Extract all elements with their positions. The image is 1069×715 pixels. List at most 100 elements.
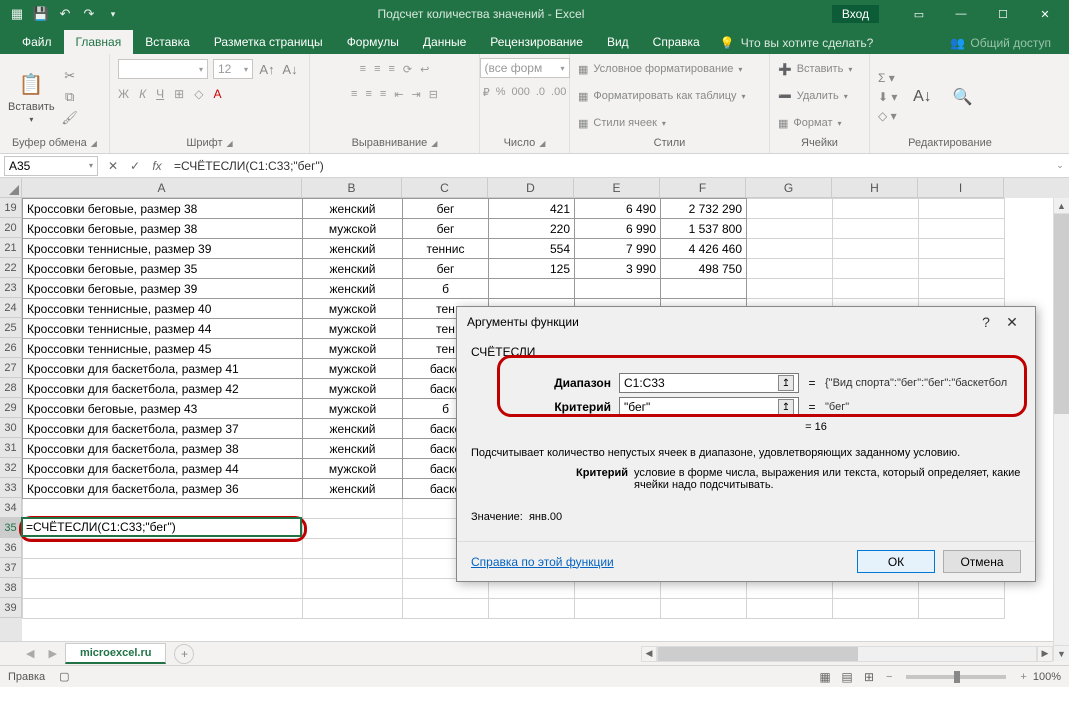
- cell[interactable]: Кроссовки для баскетбола, размер 37: [23, 419, 303, 439]
- cell[interactable]: [919, 279, 1005, 299]
- column-header[interactable]: G: [746, 178, 832, 198]
- decrease-font-icon[interactable]: A↓: [281, 60, 299, 78]
- scroll-right-icon[interactable]: ▶: [1037, 646, 1053, 662]
- row-header[interactable]: 25: [0, 318, 22, 338]
- paste-button[interactable]: 📋 Вставить ▾: [8, 69, 55, 124]
- align-left-icon[interactable]: ≡: [351, 88, 357, 100]
- row-header[interactable]: 29: [0, 398, 22, 418]
- align-right-icon[interactable]: ≡: [380, 88, 386, 100]
- cell[interactable]: мужской: [303, 459, 403, 479]
- cell[interactable]: Кроссовки для баскетбола, размер 42: [23, 379, 303, 399]
- cell[interactable]: женский: [303, 199, 403, 219]
- scroll-thumb[interactable]: [658, 647, 858, 661]
- format-as-table-button[interactable]: ▦ Форматировать как таблицу ▾: [578, 85, 746, 107]
- scroll-down-icon[interactable]: ▼: [1054, 645, 1069, 661]
- bold-icon[interactable]: Ж: [118, 87, 129, 101]
- cell[interactable]: мужской: [303, 339, 403, 359]
- cell[interactable]: Кроссовки для баскетбола, размер 44: [23, 459, 303, 479]
- cell[interactable]: [833, 599, 919, 619]
- column-header[interactable]: E: [574, 178, 660, 198]
- cell[interactable]: [303, 579, 403, 599]
- cell[interactable]: женский: [303, 239, 403, 259]
- cell[interactable]: женский: [303, 259, 403, 279]
- cell[interactable]: [747, 219, 833, 239]
- cell[interactable]: 6 990: [575, 219, 661, 239]
- cell[interactable]: 2 732 290: [661, 199, 747, 219]
- tab-formulas[interactable]: Формулы: [335, 30, 411, 54]
- cell[interactable]: Кроссовки для баскетбола, размер 41: [23, 359, 303, 379]
- cell[interactable]: [833, 239, 919, 259]
- cell-styles-button[interactable]: ▦ Стили ячеек ▾: [578, 112, 666, 134]
- enter-formula-icon[interactable]: ✓: [124, 159, 146, 173]
- cell[interactable]: [23, 499, 303, 519]
- cell[interactable]: [833, 219, 919, 239]
- scroll-left-icon[interactable]: ◀: [641, 646, 657, 662]
- row-header[interactable]: 27: [0, 358, 22, 378]
- scroll-thumb[interactable]: [1054, 214, 1069, 414]
- row-header[interactable]: 19: [0, 198, 22, 218]
- cell[interactable]: бег: [403, 199, 489, 219]
- cell[interactable]: Кроссовки для баскетбола, размер 36: [23, 479, 303, 499]
- cell[interactable]: [747, 199, 833, 219]
- cell[interactable]: 7 990: [575, 239, 661, 259]
- cell[interactable]: [747, 599, 833, 619]
- cell[interactable]: [403, 599, 489, 619]
- dialog-close-icon[interactable]: ✕: [999, 314, 1025, 331]
- cell[interactable]: [23, 539, 303, 559]
- ok-button[interactable]: ОК: [857, 550, 935, 573]
- normal-view-icon[interactable]: ▦: [814, 668, 836, 686]
- login-button[interactable]: Вход: [832, 5, 879, 23]
- range-selector-icon[interactable]: ↥: [778, 375, 794, 391]
- tab-file[interactable]: Файл: [10, 30, 64, 54]
- row-header[interactable]: 22: [0, 258, 22, 278]
- name-box[interactable]: A35▾: [4, 156, 98, 176]
- row-header[interactable]: 34: [0, 498, 22, 518]
- active-cell[interactable]: =СЧЁТЕСЛИ(C1:C33;"бег"): [21, 517, 302, 537]
- zoom-out-icon[interactable]: −: [886, 671, 892, 683]
- tab-layout[interactable]: Разметка страницы: [202, 30, 335, 54]
- row-header[interactable]: 24: [0, 298, 22, 318]
- cell[interactable]: Кроссовки беговые, размер 35: [23, 259, 303, 279]
- dialog-launcher-icon[interactable]: ◢: [539, 139, 545, 148]
- cell[interactable]: Кроссовки теннисные, размер 40: [23, 299, 303, 319]
- row-header[interactable]: 20: [0, 218, 22, 238]
- sort-filter-button[interactable]: A↓: [907, 82, 937, 112]
- cell[interactable]: 125: [489, 259, 575, 279]
- row-header[interactable]: 37: [0, 558, 22, 578]
- row-header[interactable]: 31: [0, 438, 22, 458]
- column-header[interactable]: C: [402, 178, 488, 198]
- row-header[interactable]: 30: [0, 418, 22, 438]
- sheet-tab[interactable]: microexcel.ru: [65, 643, 167, 664]
- cell[interactable]: [747, 259, 833, 279]
- delete-cells-button[interactable]: ➖ Удалить ▾: [778, 85, 848, 107]
- font-size-combo[interactable]: 12▾: [213, 59, 253, 79]
- cell[interactable]: мужской: [303, 219, 403, 239]
- column-header[interactable]: A: [22, 178, 302, 198]
- cell[interactable]: Кроссовки беговые, размер 43: [23, 399, 303, 419]
- cell[interactable]: [489, 599, 575, 619]
- column-header[interactable]: H: [832, 178, 918, 198]
- vertical-scrollbar[interactable]: ▲ ▼: [1053, 198, 1069, 661]
- align-middle-icon[interactable]: ≡: [374, 63, 380, 75]
- close-icon[interactable]: ✕: [1025, 1, 1065, 27]
- cell[interactable]: 421: [489, 199, 575, 219]
- row-header[interactable]: 33: [0, 478, 22, 498]
- cell[interactable]: 554: [489, 239, 575, 259]
- inc-decimal-icon[interactable]: .0: [536, 86, 545, 98]
- tab-home[interactable]: Главная: [64, 30, 134, 54]
- cell[interactable]: 498 750: [661, 259, 747, 279]
- cell[interactable]: б: [403, 279, 489, 299]
- comma-icon[interactable]: 000: [511, 86, 529, 98]
- arg-range-input[interactable]: C1:C33↥: [619, 373, 799, 393]
- cell[interactable]: [661, 279, 747, 299]
- tab-insert[interactable]: Вставка: [133, 30, 202, 54]
- cell[interactable]: [303, 559, 403, 579]
- cell[interactable]: Кроссовки беговые, размер 38: [23, 199, 303, 219]
- cell[interactable]: [23, 559, 303, 579]
- ribbon-options-icon[interactable]: ▭: [899, 1, 939, 27]
- decrease-indent-icon[interactable]: ⇤: [394, 88, 403, 101]
- cell[interactable]: [303, 599, 403, 619]
- border-icon[interactable]: ⊞: [174, 87, 184, 101]
- fill-icon[interactable]: ⬇ ▾: [878, 90, 897, 104]
- column-header[interactable]: B: [302, 178, 402, 198]
